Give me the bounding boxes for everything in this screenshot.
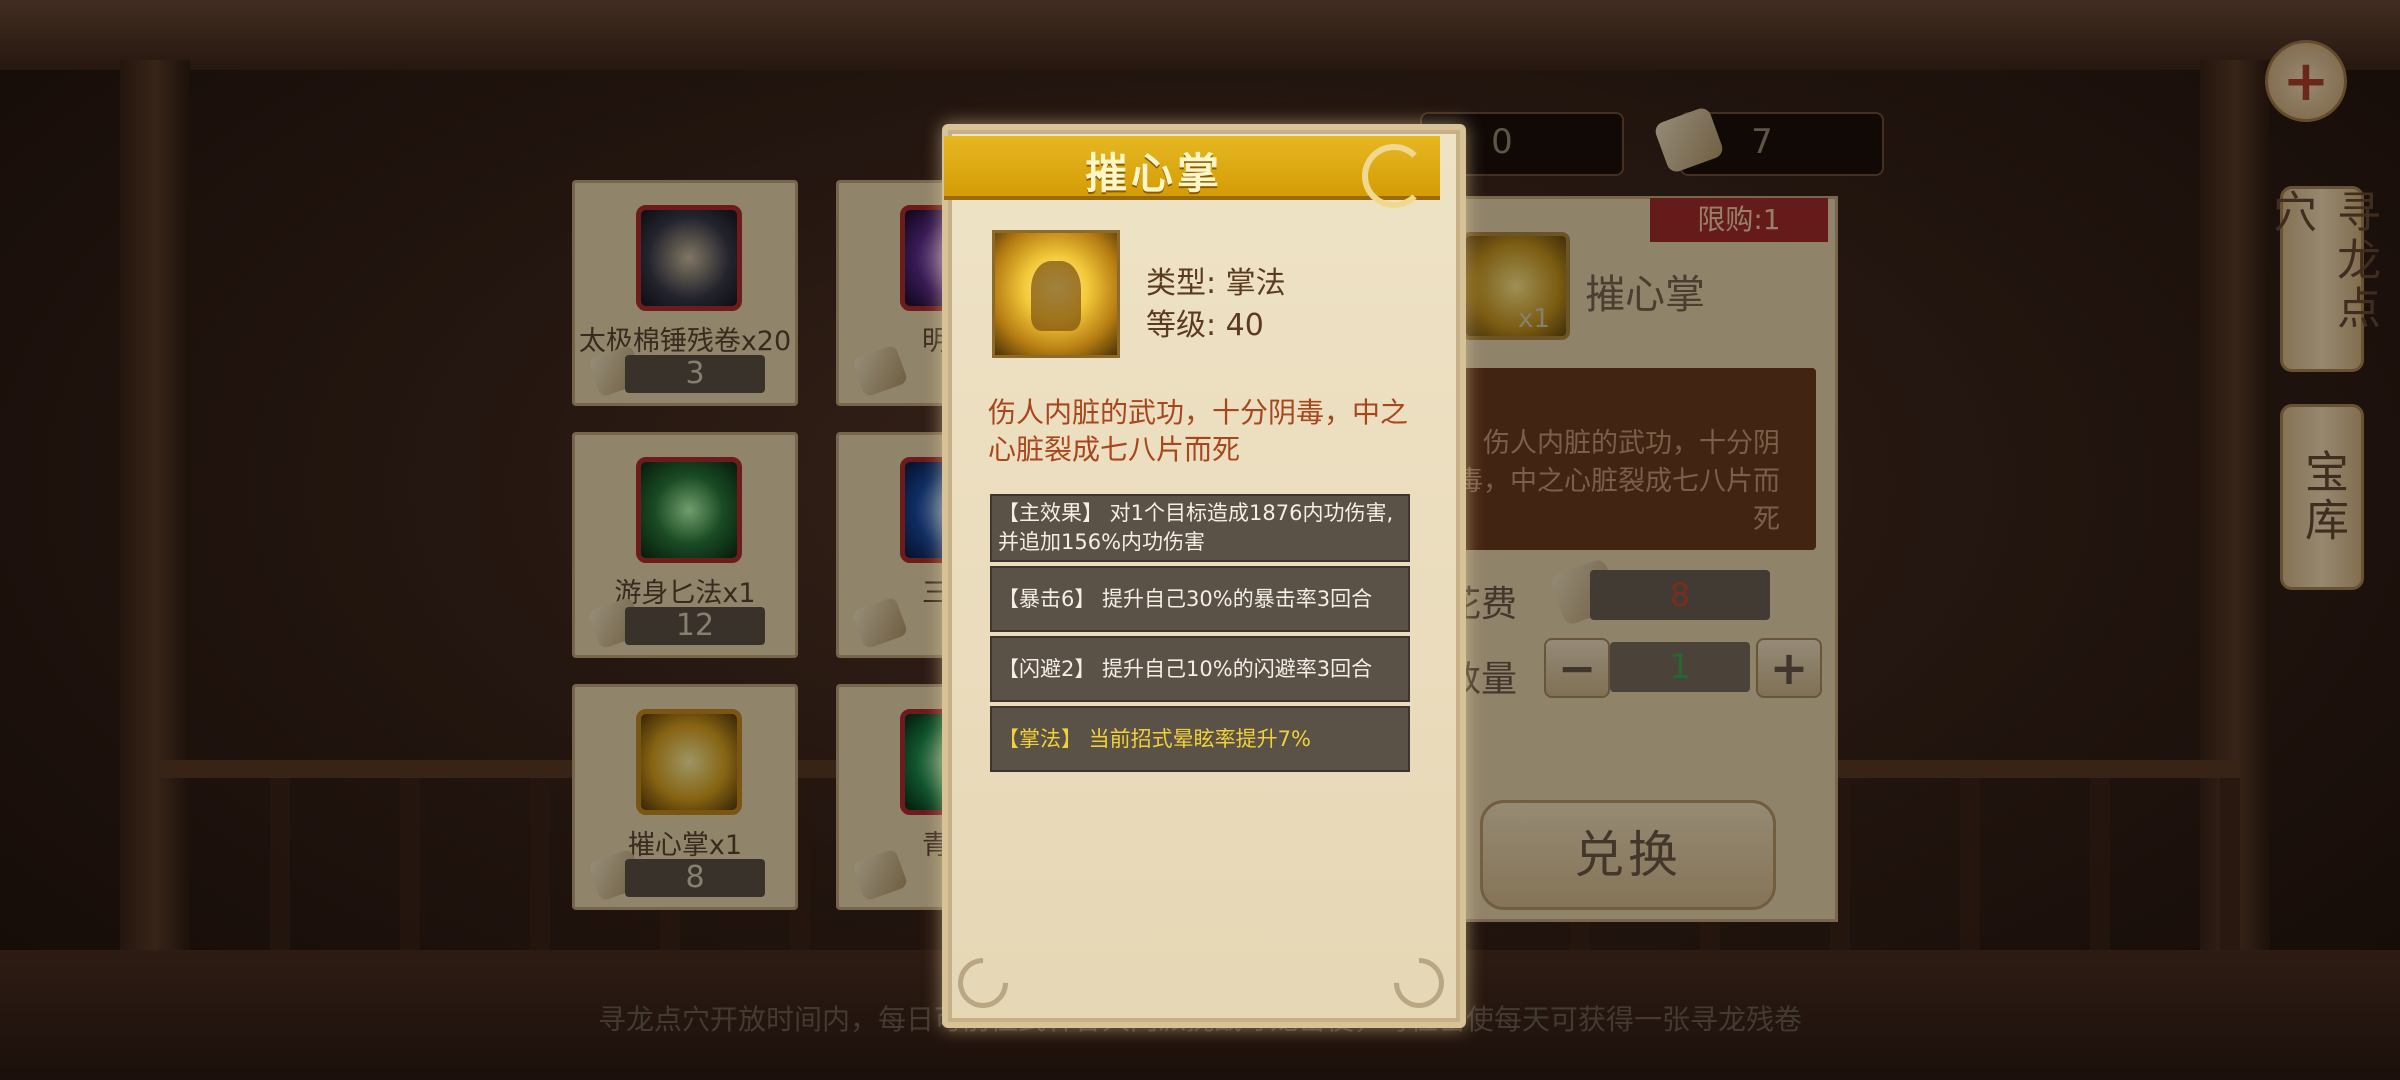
effect-dodge: 【闪避2】 提升自己10%的闪避率3回合: [990, 636, 1410, 702]
popup-title: 摧心掌: [1084, 149, 1223, 198]
skill-level: 等级: 40: [1146, 308, 1264, 343]
cloud-swirl-icon: [1362, 144, 1426, 208]
skill-type: 类型: 掌法: [1146, 266, 1286, 301]
skill-description: 伤人内脏的武功，十分阴毒，中之心脏裂成七八片而死: [988, 396, 1409, 466]
effect-main: 【主效果】 对1个目标造成1876内功伤害,并追加156%内功伤害: [990, 494, 1410, 562]
effect-crit: 【暴击6】 提升自己30%的暴击率3回合: [990, 566, 1410, 632]
effect-palm: 【掌法】 当前招式晕眩率提升7%: [990, 706, 1410, 772]
palm-skill-icon: [992, 230, 1120, 358]
